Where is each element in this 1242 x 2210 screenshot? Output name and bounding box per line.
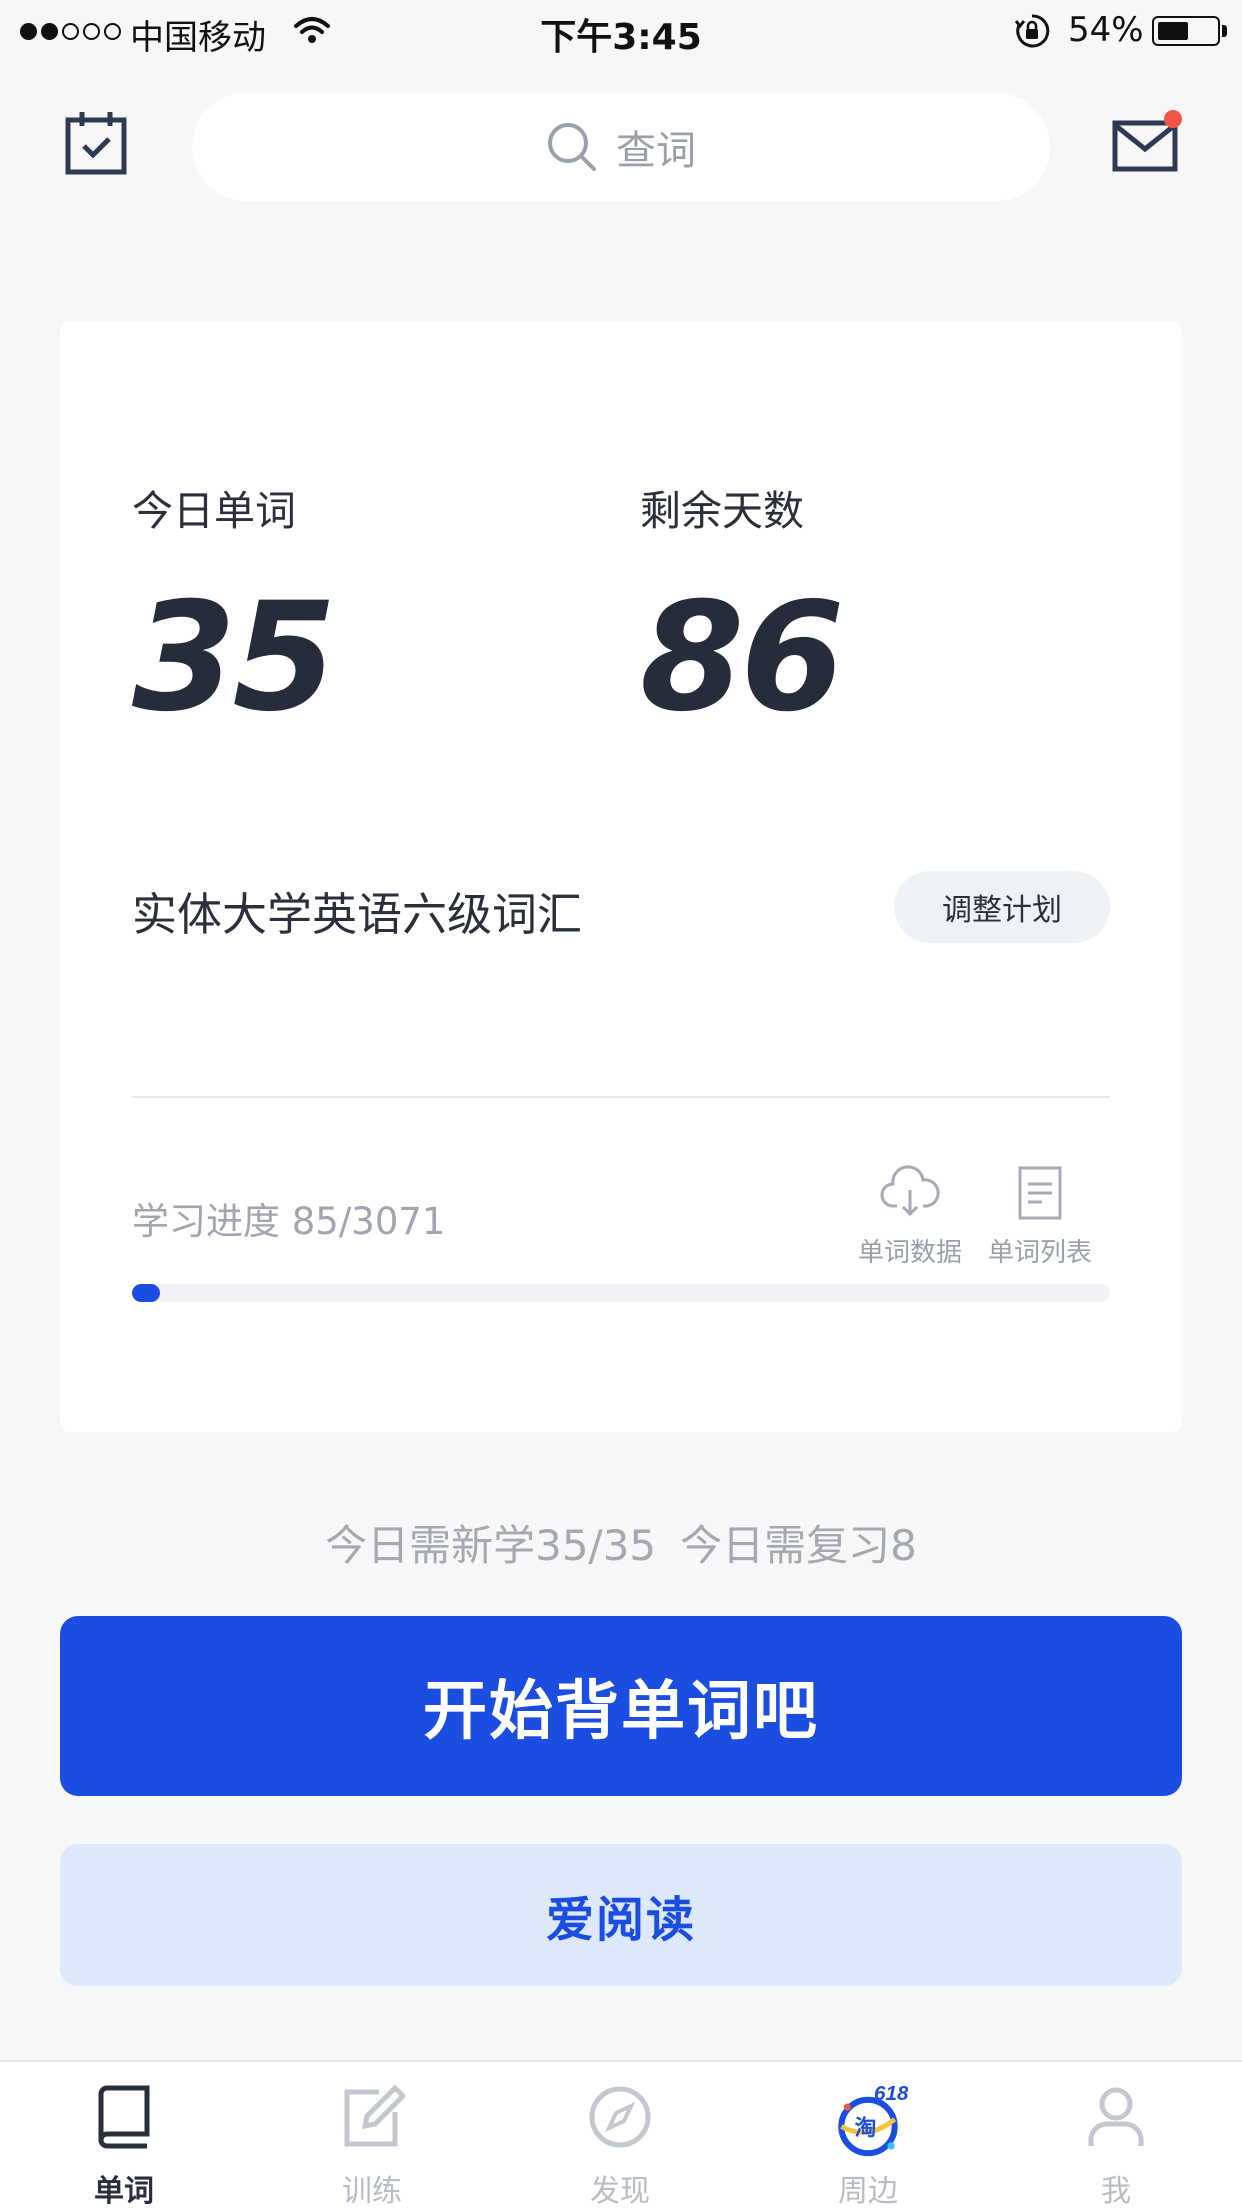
notification-dot <box>1164 110 1182 128</box>
search-input[interactable]: 查词 <box>192 93 1050 201</box>
tab-label: 发现 <box>590 2174 650 2209</box>
tab-label: 单词 <box>94 2174 154 2209</box>
svg-text:淘: 淘 <box>855 2115 877 2141</box>
progress-label: 学习进度 85/3071 <box>132 1200 446 1243</box>
tab-label: 周边 <box>838 2174 898 2209</box>
taobao-618-icon: 618 淘 <box>838 2082 908 2157</box>
cloud-download-icon <box>880 1165 940 1217</box>
battery-cap <box>1222 25 1227 37</box>
tab-discover[interactable]: 发现 <box>496 2062 744 2210</box>
plan-card: 今日单词 35 剩余天数 86 实体大学英语六级词汇 调整计划 学习进度 85/… <box>60 321 1182 1432</box>
tab-me[interactable]: 我 <box>992 2062 1240 2210</box>
status-bar: 中国移动 下午3:45 54% <box>0 0 1242 64</box>
document-list-icon <box>1018 1166 1062 1220</box>
progress-bar <box>132 1284 1110 1302</box>
reading-button[interactable]: 爱阅读 <box>60 1844 1182 1986</box>
book-icon <box>98 2085 150 2149</box>
word-list-label: 单词列表 <box>987 1238 1092 1268</box>
days-left-label: 剩余天数 <box>640 487 804 535</box>
word-data-label: 单词数据 <box>857 1238 962 1268</box>
today-words-value: 35 <box>132 571 337 745</box>
tab-training[interactable]: 训练 <box>248 2062 496 2210</box>
today-review-words: 今日需复习8 <box>680 1521 917 1570</box>
days-left-value: 86 <box>640 571 845 745</box>
edit-icon <box>344 2084 405 2147</box>
start-study-button[interactable]: 开始背单词吧 <box>60 1616 1182 1796</box>
svg-text:618: 618 <box>874 2082 908 2105</box>
compass-icon <box>589 2086 651 2148</box>
progress-bar-fill <box>132 1284 160 1302</box>
tab-bar: 单词 训练 发现 618 淘 周边 我 <box>0 2060 1242 2210</box>
tab-label: 训练 <box>342 2174 402 2209</box>
word-list-button[interactable]: 单词列表 <box>980 1162 1100 1269</box>
calendar-check-icon[interactable] <box>64 110 128 176</box>
today-words-label: 今日单词 <box>132 487 296 535</box>
tab-nearby[interactable]: 618 淘 周边 <box>744 2062 992 2210</box>
word-data-button[interactable]: 单词数据 <box>850 1162 970 1269</box>
divider <box>132 1096 1110 1098</box>
battery-percentage: 54% <box>1068 10 1144 50</box>
book-name: 实体大学英语六级词汇 <box>132 888 583 941</box>
tab-words[interactable]: 单词 <box>0 2062 248 2210</box>
battery-level <box>1158 22 1188 40</box>
tab-label: 我 <box>1101 2174 1131 2209</box>
person-icon <box>1088 2087 1144 2146</box>
battery-icon <box>1152 16 1220 46</box>
adjust-plan-button[interactable]: 调整计划 <box>894 871 1110 943</box>
today-new-words: 今日需新学35/35 <box>325 1521 657 1570</box>
search-icon <box>548 123 596 171</box>
rotation-lock-icon <box>1014 14 1050 48</box>
search-placeholder: 查词 <box>616 128 696 174</box>
today-summary: 今日需新学35/35 今日需复习8 <box>0 1512 1242 1573</box>
clock-time: 下午3:45 <box>540 17 702 58</box>
